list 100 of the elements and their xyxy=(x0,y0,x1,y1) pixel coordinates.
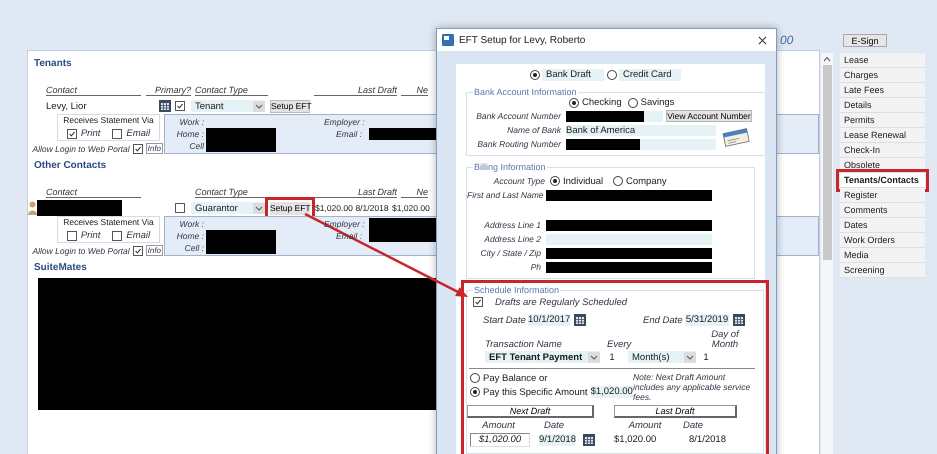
nav-item[interactable]: Late Fees xyxy=(840,83,925,98)
caret-icon[interactable] xyxy=(823,56,831,62)
column-header[interactable]: Last Draft xyxy=(614,405,737,418)
field-label: Every xyxy=(607,339,633,350)
group-title: Schedule Information xyxy=(473,285,560,295)
field-label: City / State / Zip xyxy=(480,247,542,259)
field-label: Transaction Name xyxy=(485,339,563,350)
caret-icon[interactable] xyxy=(253,202,265,214)
date-text: 8/1/2018 xyxy=(689,434,726,445)
view-account-number-button[interactable]: View Account Number xyxy=(666,110,752,122)
caret-icon[interactable] xyxy=(684,352,696,362)
field-label: Day of Month xyxy=(710,330,740,350)
radio-button[interactable] xyxy=(569,98,579,108)
transaction-dropdown[interactable]: EFT Tenant Payment xyxy=(485,351,600,363)
field-label: Employer : xyxy=(324,218,364,230)
info-link[interactable]: Info xyxy=(146,143,163,154)
radio-button[interactable] xyxy=(613,176,623,186)
radio-label: Individual xyxy=(563,176,604,186)
checkbox[interactable] xyxy=(66,128,77,138)
checkbox[interactable] xyxy=(473,297,483,307)
checkbox[interactable] xyxy=(132,144,143,154)
column-header: Last Draft xyxy=(314,187,397,198)
nav-item[interactable]: Work Orders xyxy=(840,233,925,248)
text-field[interactable] xyxy=(566,138,716,150)
number-field[interactable]: 1 xyxy=(607,352,617,362)
section-title: Other Contacts xyxy=(34,160,106,172)
column-header[interactable]: Next Draft xyxy=(467,405,594,418)
field-label: Address Line 2 xyxy=(483,233,542,245)
column-header: Ne xyxy=(401,187,428,198)
date-field[interactable]: 10/1/2017 xyxy=(528,314,570,326)
column-header: Ne xyxy=(401,85,428,96)
scrollbar[interactable] xyxy=(821,53,833,454)
checkbox[interactable] xyxy=(66,230,77,240)
radio-button[interactable] xyxy=(470,387,480,397)
checkbox[interactable] xyxy=(175,101,185,111)
checkbox-label: Email xyxy=(126,128,150,139)
info-link[interactable]: Info xyxy=(146,245,163,256)
nav-item[interactable]: Charges xyxy=(840,68,925,83)
checkbox-label: Email xyxy=(126,230,150,241)
nav-item[interactable]: Lease xyxy=(840,53,925,68)
text-field[interactable] xyxy=(566,110,663,122)
nav-item[interactable]: Screening xyxy=(840,263,925,278)
caret-icon[interactable] xyxy=(253,100,265,112)
radio-button[interactable] xyxy=(470,373,480,383)
close-icon[interactable] xyxy=(758,36,767,44)
amount-text: $1,020.00 xyxy=(392,203,430,213)
field-label: Bank Account Number xyxy=(475,110,562,122)
radio-label: Credit Card xyxy=(619,69,681,81)
contact-name: Levy, Lior xyxy=(46,100,86,112)
checkbox[interactable] xyxy=(112,230,122,240)
radio-button[interactable] xyxy=(550,176,560,186)
date-field[interactable]: 9/1/2018 xyxy=(539,434,575,446)
scrollbar-thumb[interactable] xyxy=(822,65,832,260)
field-label: Start Date xyxy=(483,314,527,326)
radio-button[interactable] xyxy=(628,98,638,108)
date-field[interactable]: 5/31/2019 xyxy=(685,314,729,326)
nav-item[interactable]: Lease Renewal xyxy=(840,128,925,143)
column-header: Primary? xyxy=(146,85,191,96)
radio-label: Savings xyxy=(640,97,674,108)
nav-item[interactable]: Dates xyxy=(840,218,925,233)
radio-button[interactable] xyxy=(607,70,617,80)
amount-field[interactable]: $1,020.00 xyxy=(470,432,530,446)
period-dropdown[interactable]: Month(s) xyxy=(628,351,696,363)
checkbox[interactable] xyxy=(132,246,143,256)
contact-type-dropdown[interactable]: Guarantor xyxy=(191,202,265,214)
nav-item[interactable]: Register xyxy=(840,188,925,203)
column-header: Contact xyxy=(46,187,141,198)
field-label: Home : xyxy=(176,230,205,242)
nav-item[interactable]: Permits xyxy=(840,113,925,128)
text-field[interactable] xyxy=(546,234,712,244)
checkbox[interactable] xyxy=(112,128,122,138)
column-label: Amount xyxy=(480,420,516,432)
radio-label: Bank Draft xyxy=(542,69,604,81)
checkbox[interactable] xyxy=(175,203,185,213)
calendar-icon[interactable] xyxy=(733,314,745,326)
calendar-icon[interactable] xyxy=(574,314,586,326)
checkbox-label: Allow Login to Web Portal xyxy=(32,246,130,256)
field-label: Email : xyxy=(335,128,363,140)
nav-item[interactable]: Check-In xyxy=(840,143,925,158)
nav-item[interactable]: Comments xyxy=(840,203,925,218)
setup-eft-button[interactable]: Setup EFT xyxy=(270,100,310,112)
checkbox-label: Drafts are Regularly Scheduled xyxy=(495,296,628,308)
text-field[interactable]: Bank of America xyxy=(566,124,716,136)
calendar-icon[interactable] xyxy=(583,434,595,446)
e-sign-button[interactable]: E-Sign xyxy=(843,34,887,47)
nav-item[interactable]: Details xyxy=(840,98,925,113)
group-title: Receives Statement Via xyxy=(62,115,155,126)
column-label: Date xyxy=(682,420,704,432)
field-label: Address Line 1 xyxy=(483,219,542,231)
calendar-icon[interactable] xyxy=(159,100,171,112)
caret-icon[interactable] xyxy=(588,352,600,362)
nav-item[interactable]: Media xyxy=(840,248,925,263)
number-field[interactable]: 1 xyxy=(701,352,711,362)
field-label: End Date xyxy=(643,314,684,326)
amount-field[interactable]: $1,020.00 xyxy=(590,386,633,398)
field-label: First and Last Name xyxy=(467,189,543,201)
field-label: Employer : xyxy=(324,116,364,128)
contact-type-dropdown[interactable]: Tenant xyxy=(191,100,265,112)
radio-button[interactable] xyxy=(530,70,540,80)
window-title: EFT Setup for Levy, Roberto xyxy=(459,34,586,46)
